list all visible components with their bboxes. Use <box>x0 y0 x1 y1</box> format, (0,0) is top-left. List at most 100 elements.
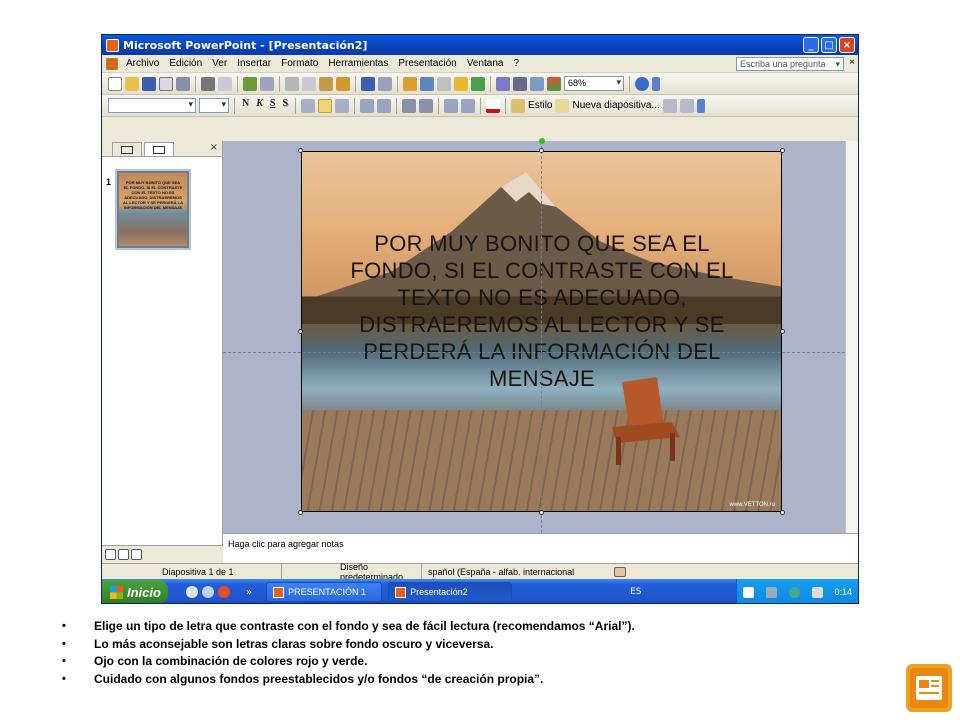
formatting-icon-a[interactable] <box>662 98 677 113</box>
insert-table-icon[interactable] <box>420 76 434 91</box>
open-icon[interactable] <box>125 76 139 91</box>
save-icon[interactable] <box>142 76 156 91</box>
help-search-placeholder: Escriba una pregunta <box>740 59 826 69</box>
redo-icon[interactable] <box>378 76 392 91</box>
numbering-icon[interactable] <box>360 98 375 113</box>
color-grayscale-icon[interactable] <box>547 76 561 91</box>
slide-text[interactable]: POR MUY BONITO QUE SEA EL FONDO, SI EL C… <box>332 230 752 392</box>
menu-help[interactable]: ? <box>508 58 524 69</box>
font-color-icon[interactable] <box>486 98 501 113</box>
align-left-icon[interactable] <box>301 98 316 113</box>
spelling-icon[interactable] <box>243 76 257 91</box>
undo-icon[interactable] <box>361 76 375 91</box>
resize-handle[interactable] <box>298 329 303 334</box>
toolbar-options-icon[interactable] <box>652 76 660 91</box>
email-icon[interactable] <box>176 76 190 91</box>
powerpoint-screenshot: Microsoft PowerPoint - [Presentación2] _… <box>101 34 859 604</box>
increase-font-icon[interactable] <box>402 98 417 113</box>
slideshow-icon[interactable] <box>131 549 142 560</box>
align-center-icon[interactable] <box>318 98 333 113</box>
increase-indent-icon[interactable] <box>461 98 476 113</box>
normal-view-icon[interactable] <box>105 549 116 560</box>
show-grid-icon[interactable] <box>530 76 544 91</box>
taskbar-item-presentacion1[interactable]: PRESENTACIÓN 1 <box>266 582 383 602</box>
underline-button[interactable]: S <box>268 98 278 114</box>
close-document-button[interactable]: × <box>849 57 855 68</box>
print-icon[interactable] <box>201 76 215 91</box>
menu-ver[interactable]: Ver <box>207 58 232 69</box>
formatting-icon-b[interactable] <box>679 98 694 113</box>
bullets-icon[interactable] <box>377 98 392 113</box>
tab-outline[interactable] <box>112 142 142 156</box>
cut-icon[interactable] <box>285 76 299 91</box>
toolbar-options-icon[interactable] <box>696 98 705 113</box>
insert-hyperlink-icon[interactable] <box>471 76 485 91</box>
language-indicator[interactable]: ES <box>630 587 641 597</box>
italic-button[interactable]: K <box>254 98 265 114</box>
shadow-button[interactable]: S <box>280 98 290 114</box>
expand-all-icon[interactable] <box>496 76 510 91</box>
resize-handle[interactable] <box>780 510 785 515</box>
menu-formato[interactable]: Formato <box>276 58 323 69</box>
slide-thumbnail[interactable]: POR MUY BONITO QUE SEA EL FONDO, SI EL C… <box>115 169 191 250</box>
spelling-status-icon[interactable] <box>614 566 626 577</box>
menu-herramientas[interactable]: Herramientas <box>323 58 393 69</box>
help-tray-icon[interactable] <box>742 586 754 598</box>
network-icon[interactable] <box>765 586 777 598</box>
paste-icon[interactable] <box>319 76 333 91</box>
format-painter-icon[interactable] <box>336 76 350 91</box>
slide-sorter-icon[interactable] <box>118 549 129 560</box>
vertical-guide[interactable] <box>541 141 542 533</box>
notes-pane[interactable]: Haga clic para agregar notas <box>223 533 858 563</box>
menu-ventana[interactable]: Ventana <box>462 58 509 69</box>
new-slide-button[interactable]: Nueva diapositiva... <box>572 100 659 111</box>
insert-chart-icon[interactable] <box>403 76 417 91</box>
bold-button[interactable]: N <box>240 98 251 114</box>
resize-handle[interactable] <box>780 148 785 153</box>
font-combo[interactable] <box>108 98 196 113</box>
help-icon[interactable] <box>635 76 649 91</box>
format-toolbar: N K S S Estilo Nueva diapositiva... <box>102 95 858 117</box>
close-button[interactable]: × <box>839 37 855 53</box>
vertical-scrollbar[interactable] <box>845 141 858 533</box>
resize-handle[interactable] <box>298 510 303 515</box>
menu-insertar[interactable]: Insertar <box>232 58 276 69</box>
zoom-combo[interactable]: 68% <box>564 76 624 91</box>
quicklaunch-icon[interactable] <box>186 586 198 598</box>
minimize-button[interactable]: _ <box>803 37 819 53</box>
design-button[interactable]: Estilo <box>528 100 552 111</box>
quicklaunch-icon[interactable] <box>202 586 214 598</box>
tables-borders-icon[interactable] <box>437 76 451 91</box>
rotate-handle[interactable] <box>539 138 545 144</box>
decrease-indent-icon[interactable] <box>444 98 459 113</box>
separator <box>354 97 356 114</box>
resize-handle[interactable] <box>539 148 544 153</box>
new-icon[interactable] <box>108 76 122 91</box>
resize-handle[interactable] <box>539 510 544 515</box>
help-search-input[interactable]: Escriba una pregunta ▾ <box>736 57 844 71</box>
quicklaunch-chevron[interactable]: » <box>246 587 252 598</box>
print-preview-icon[interactable] <box>218 76 232 91</box>
quicklaunch-icon[interactable] <box>218 586 230 598</box>
copy-icon[interactable] <box>302 76 316 91</box>
document-icon[interactable] <box>106 57 118 70</box>
show-formatting-icon[interactable] <box>513 76 527 91</box>
insert-picture-icon[interactable] <box>454 76 468 91</box>
volume-icon[interactable] <box>811 586 823 598</box>
maximize-button[interactable]: □ <box>821 37 837 53</box>
research-icon[interactable] <box>260 76 274 91</box>
start-button[interactable]: Inicio <box>102 580 168 603</box>
align-right-icon[interactable] <box>335 98 350 113</box>
menu-archivo[interactable]: Archivo <box>121 58 164 69</box>
menu-presentacion[interactable]: Presentación <box>393 58 461 69</box>
resize-handle[interactable] <box>298 148 303 153</box>
tray-icon[interactable] <box>788 586 800 598</box>
decrease-font-icon[interactable] <box>419 98 434 113</box>
close-pane-icon[interactable]: × <box>210 142 218 153</box>
taskbar-item-presentacion2[interactable]: Presentación2 <box>388 582 513 602</box>
resize-handle[interactable] <box>780 329 785 334</box>
menu-edicion[interactable]: Edición <box>164 58 207 69</box>
font-size-combo[interactable] <box>199 98 229 113</box>
permission-icon[interactable] <box>159 76 173 91</box>
tab-slides[interactable] <box>144 142 174 156</box>
